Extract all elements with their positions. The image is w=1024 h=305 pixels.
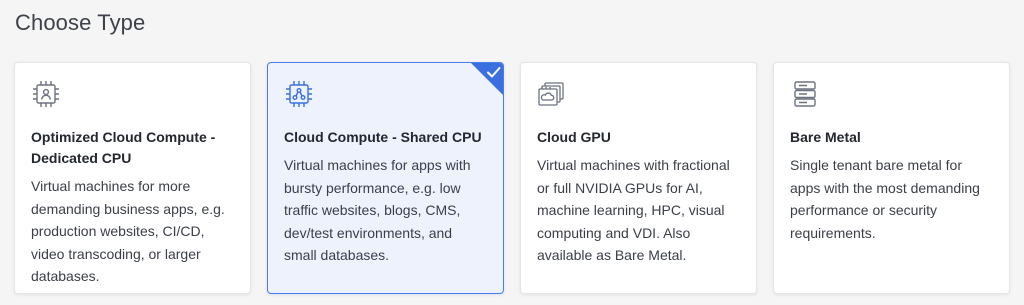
- selected-checkmark-icon: [471, 63, 503, 95]
- card-description: Virtual machines with fractional or full…: [537, 157, 730, 263]
- card-description: Single tenant bare metal for apps with t…: [790, 157, 980, 241]
- dedicated-cpu-icon: [33, 81, 59, 107]
- card-title: Cloud Compute - Shared CPU: [284, 129, 482, 145]
- server-rack-icon: [794, 81, 816, 107]
- type-card-cloud-gpu[interactable]: Cloud GPU Virtual machines with fraction…: [520, 62, 757, 294]
- card-description: Virtual machines for apps with bursty pe…: [284, 157, 471, 263]
- card-title: Optimized Cloud Compute - Dedicated CPU: [31, 129, 216, 166]
- type-card-list: Optimized Cloud Compute - Dedicated CPU …: [14, 62, 1010, 294]
- type-card-optimized-cloud-compute[interactable]: Optimized Cloud Compute - Dedicated CPU …: [14, 62, 251, 294]
- shared-cpu-icon: [286, 81, 312, 107]
- card-description: Virtual machines for more demanding busi…: [31, 178, 225, 284]
- page-title: Choose Type: [15, 10, 146, 35]
- card-title: Cloud GPU: [537, 129, 611, 145]
- card-title: Bare Metal: [790, 129, 861, 145]
- type-card-shared-cpu[interactable]: Cloud Compute - Shared CPU Virtual machi…: [267, 62, 504, 294]
- gpu-icon: [538, 82, 564, 106]
- type-card-bare-metal[interactable]: Bare Metal Single tenant bare metal for …: [773, 62, 1010, 294]
